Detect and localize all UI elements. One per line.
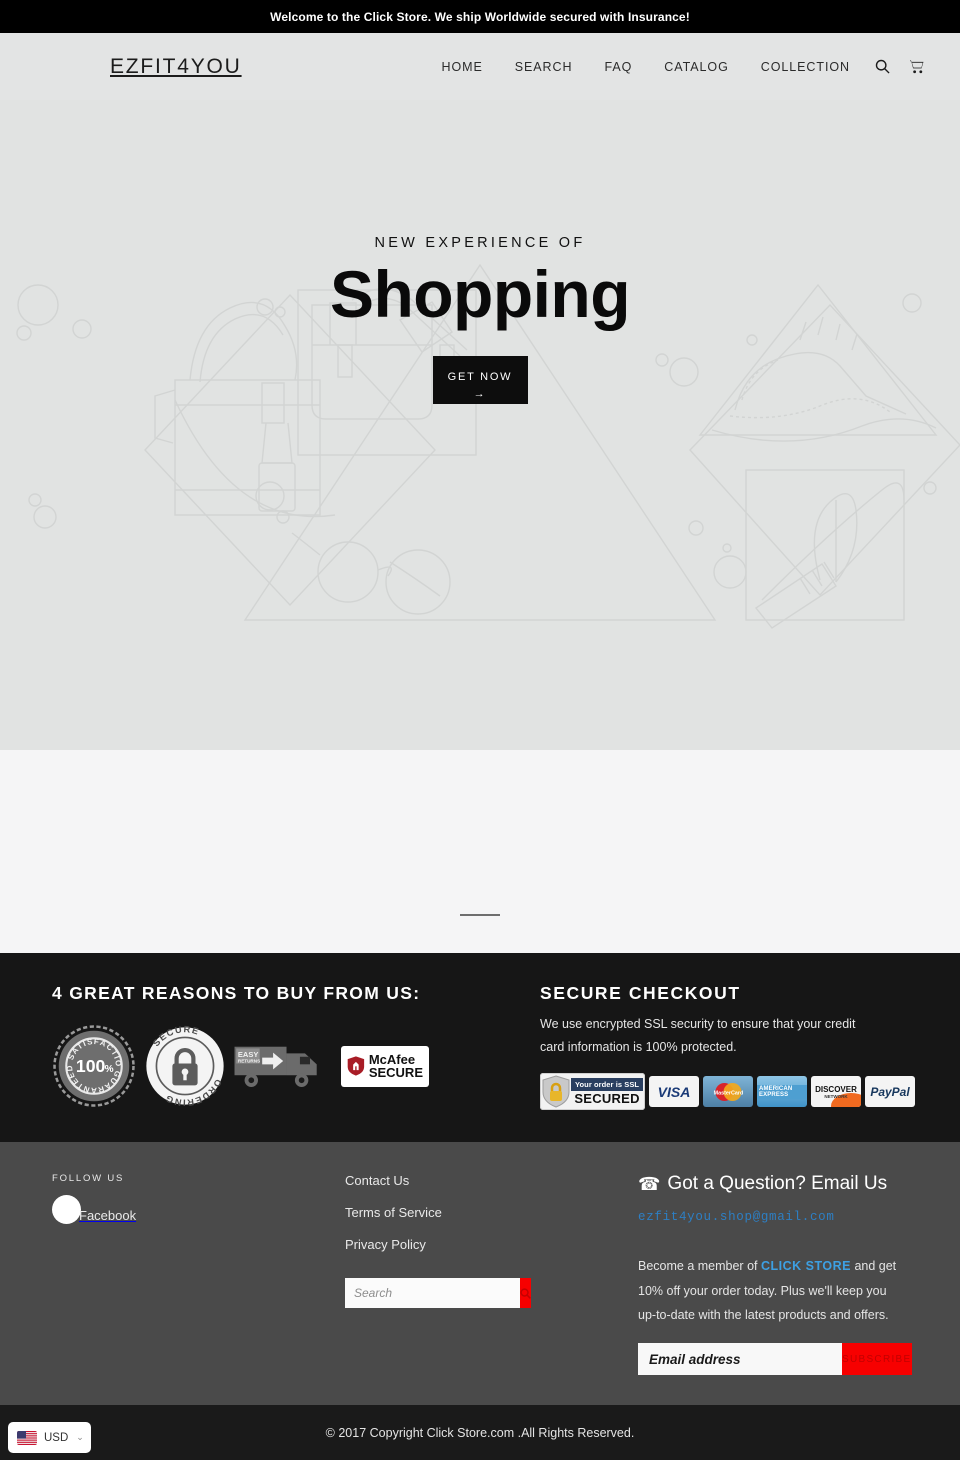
mcafee-secure-badge: McAfee SECURE (341, 1045, 429, 1087)
search-submit-button[interactable] (520, 1278, 531, 1309)
footer-links-column: Contact Us Terms of Service Privacy Poli… (345, 1173, 638, 1375)
discover-label: DISCOVER (815, 1084, 857, 1094)
site-header: EZFIT4YOU HOME SEARCH FAQ CATALOG COLLEC… (0, 33, 960, 100)
announcement-bar: Welcome to the Click Store. We ship Worl… (0, 0, 960, 33)
search-icon (520, 1288, 531, 1299)
contact-email-link[interactable]: ezfit4you.shop@gmail.com (638, 1210, 915, 1224)
trust-badges: SATISFACTION GUARANTEED 100 % SECURE ORD… (52, 1024, 530, 1108)
footer-social-column: FOLLOW US Facebook (52, 1173, 345, 1375)
mcafee-text: McAfee SECURE (369, 1053, 423, 1079)
facebook-label: Facebook (79, 1208, 137, 1224)
newsletter-description: Become a member of CLICK STORE and get 1… (638, 1254, 906, 1327)
facebook-icon (52, 1195, 81, 1225)
search-icon[interactable] (866, 59, 899, 74)
secure-ordering-badge: SECURE ORDERING (146, 1024, 224, 1108)
email-field[interactable] (638, 1343, 842, 1376)
newsletter-form: SUBSCRIBE (638, 1343, 912, 1376)
discover-sub-label: NETWORK (824, 1093, 848, 1099)
footer-link-terms-of-service[interactable]: Terms of Service (345, 1205, 638, 1220)
nav-item-home[interactable]: HOME (425, 60, 498, 74)
site-footer: FOLLOW US Facebook Contact Us Terms of S… (0, 1142, 960, 1406)
reasons-column: 4 GREAT REASONS TO BUY FROM US: SATISFAC… (52, 983, 530, 1110)
svg-text:%: % (105, 1064, 114, 1075)
discover-card-icon: DISCOVER NETWORK (811, 1076, 861, 1108)
svg-text:RETURNS: RETURNS (238, 1059, 260, 1064)
contact-heading-text: Got a Question? Email Us (667, 1173, 888, 1195)
newsletter-brand: CLICK STORE (760, 1259, 851, 1274)
get-now-button[interactable]: GET NOW → (432, 355, 528, 404)
search-input[interactable] (345, 1278, 520, 1309)
ssl-bottom-text: SECURED (574, 1090, 640, 1106)
hero-supertitle: NEW EXPERIENCE OF (374, 235, 586, 251)
contact-heading: ☎ Got a Question? Email Us (638, 1173, 915, 1195)
svg-text:100: 100 (76, 1056, 106, 1076)
site-logo[interactable]: EZFIT4YOU (110, 55, 242, 79)
footer-link-contact-us[interactable]: Contact Us (345, 1173, 638, 1188)
announcement-text: Welcome to the Click Store. We ship Worl… (270, 9, 690, 24)
payment-badges: Your order is SSL SECURED VISA MasterCar… (540, 1073, 915, 1111)
trust-section: 4 GREAT REASONS TO BUY FROM US: SATISFAC… (0, 953, 960, 1143)
chevron-down-icon: ⌄ (76, 1432, 84, 1443)
nav-item-catalog[interactable]: CATALOG (648, 60, 744, 74)
ssl-text: Your order is SSL SECURED (571, 1077, 644, 1106)
mcafee-shield-icon (347, 1056, 365, 1076)
ssl-secured-badge: Your order is SSL SECURED (540, 1073, 645, 1111)
us-flag-icon (17, 1430, 37, 1445)
bottom-bar: © 2017 Copyright Click Store.com .All Ri… (0, 1405, 960, 1460)
footer-contact-column: ☎ Got a Question? Email Us ezfit4you.sho… (638, 1173, 915, 1376)
newsletter-text-before: Become a member of (638, 1259, 761, 1274)
hero-banner: NEW EXPERIENCE OF Shopping GET NOW → (0, 100, 960, 750)
ssl-top-text: Your order is SSL (571, 1077, 644, 1091)
get-now-label: GET NOW (447, 371, 513, 384)
lock-shield-icon (542, 1075, 570, 1108)
social-link-facebook[interactable]: Facebook (52, 1195, 345, 1225)
visa-card-icon: VISA (649, 1076, 699, 1108)
arrow-right-icon: → (473, 387, 487, 400)
nav-item-search[interactable]: SEARCH (499, 60, 589, 74)
copyright-text: © 2017 Copyright Click Store.com .All Ri… (325, 1425, 635, 1440)
visa-label: VISA (657, 1083, 691, 1100)
footer-search-form (345, 1278, 531, 1309)
main-navigation: HOME SEARCH FAQ CATALOG COLLECTION (425, 59, 934, 74)
mastercard-circles-icon: MasterCard (714, 1082, 744, 1101)
subscribe-button[interactable]: SUBSCRIBE (842, 1343, 912, 1376)
hero-title: Shopping (329, 257, 631, 331)
svg-text:EASY: EASY (238, 1050, 259, 1059)
secure-checkout-column: SECURE CHECKOUT We use encrypted SSL sec… (530, 983, 915, 1111)
currency-selector[interactable]: USD ⌄ (8, 1422, 91, 1454)
telephone-icon: ☎ (638, 1173, 661, 1194)
secure-checkout-heading: SECURE CHECKOUT (540, 983, 741, 1003)
satisfaction-guaranteed-badge: SATISFACTION GUARANTEED 100 % (52, 1024, 135, 1107)
mastercard-card-icon: MasterCard (703, 1076, 753, 1108)
mcafee-line2: SECURE (368, 1065, 423, 1080)
nav-item-faq[interactable]: FAQ (588, 60, 648, 74)
amex-label: AMERICAN EXPRESS (757, 1084, 807, 1099)
currency-code: USD (44, 1431, 69, 1444)
paypal-card-icon: PayPal (865, 1076, 915, 1108)
featured-section-placeholder (0, 750, 960, 953)
easy-returns-truck-badge: EASY RETURNS (234, 1046, 317, 1087)
cart-icon[interactable] (899, 59, 934, 74)
section-divider (460, 914, 500, 916)
hero-content: NEW EXPERIENCE OF Shopping GET NOW → (0, 100, 960, 404)
amex-card-icon: AMERICAN EXPRESS (757, 1076, 807, 1108)
nav-item-collection[interactable]: COLLECTION (745, 60, 866, 74)
reasons-heading: 4 GREAT REASONS TO BUY FROM US: (52, 983, 421, 1003)
follow-us-label: FOLLOW US (52, 1173, 125, 1185)
secure-checkout-description: We use encrypted SSL security to ensure … (540, 1017, 856, 1055)
svg-text:MasterCard: MasterCard (714, 1090, 744, 1096)
paypal-label: PayPal (870, 1084, 910, 1099)
footer-link-privacy-policy[interactable]: Privacy Policy (345, 1237, 638, 1252)
